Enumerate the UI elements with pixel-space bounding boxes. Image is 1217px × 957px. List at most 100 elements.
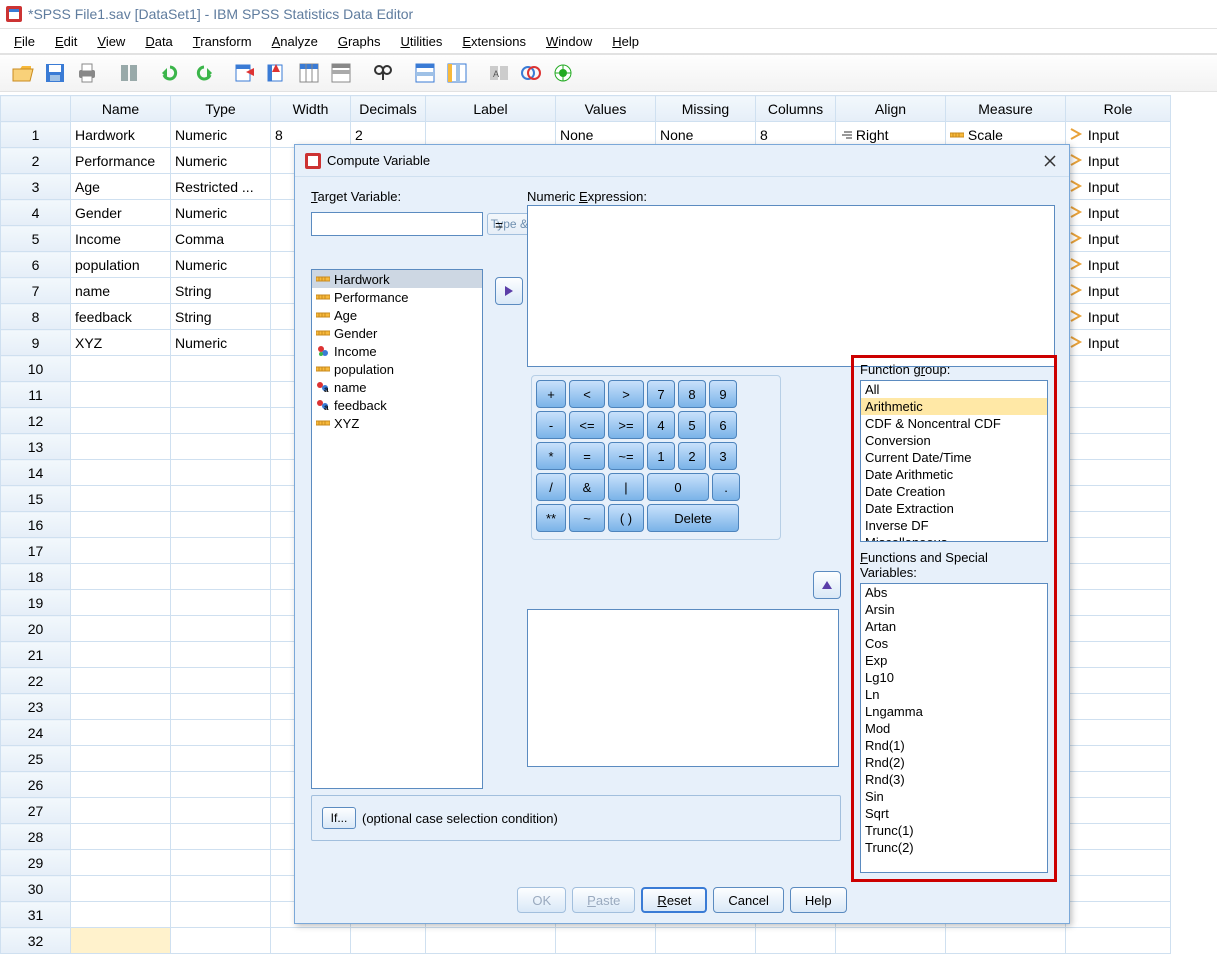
grid-cell[interactable]: Input xyxy=(1066,200,1171,226)
function-item[interactable]: Mod xyxy=(861,720,1047,737)
grid-cell[interactable]: 14 xyxy=(1,460,71,486)
keypad-button[interactable]: & xyxy=(569,473,605,501)
grid-cell[interactable]: 13 xyxy=(1,434,71,460)
column-header[interactable]: Decimals xyxy=(351,96,426,122)
variable-item[interactable]: Income xyxy=(312,342,482,360)
grid-cell[interactable] xyxy=(171,694,271,720)
grid-cell[interactable]: Gender xyxy=(71,200,171,226)
function-item[interactable]: Trunc(2) xyxy=(861,839,1047,856)
grid-cell[interactable] xyxy=(1066,772,1171,798)
grid-cell[interactable] xyxy=(171,512,271,538)
grid-cell[interactable] xyxy=(71,590,171,616)
cancel-button[interactable]: Cancel xyxy=(713,887,783,913)
grid-cell[interactable] xyxy=(1066,850,1171,876)
grid-cell[interactable]: 26 xyxy=(1,772,71,798)
grid-cell[interactable] xyxy=(656,928,756,954)
grid-cell[interactable]: 24 xyxy=(1,720,71,746)
numeric-expression-input[interactable] xyxy=(527,205,1055,367)
variable-list[interactable]: HardworkPerformanceAgeGenderIncomepopula… xyxy=(311,269,483,789)
grid-cell[interactable] xyxy=(71,356,171,382)
grid-cell[interactable] xyxy=(71,486,171,512)
grid-cell[interactable]: String xyxy=(171,304,271,330)
grid-cell[interactable]: 30 xyxy=(1,876,71,902)
if-button[interactable]: If... xyxy=(322,807,356,829)
grid-cell[interactable] xyxy=(171,720,271,746)
weight-icon[interactable] xyxy=(516,58,546,88)
grid-cell[interactable] xyxy=(171,642,271,668)
grid-cell[interactable]: 7 xyxy=(1,278,71,304)
grid-cell[interactable]: 11 xyxy=(1,382,71,408)
function-item[interactable]: Exp xyxy=(861,652,1047,669)
keypad-button[interactable]: + xyxy=(536,380,566,408)
grid-cell[interactable] xyxy=(1066,694,1171,720)
grid-cell[interactable] xyxy=(1066,564,1171,590)
variables-icon[interactable] xyxy=(294,58,324,88)
function-item[interactable]: Artan xyxy=(861,618,1047,635)
undo-icon[interactable] xyxy=(156,58,186,88)
grid-cell[interactable] xyxy=(1066,798,1171,824)
grid-cell[interactable] xyxy=(1066,746,1171,772)
keypad-button[interactable]: | xyxy=(608,473,644,501)
column-header[interactable]: Width xyxy=(271,96,351,122)
keypad-button[interactable]: 4 xyxy=(647,411,675,439)
grid-cell[interactable] xyxy=(71,564,171,590)
grid-cell[interactable]: 9 xyxy=(1,330,71,356)
keypad-button[interactable]: 6 xyxy=(709,411,737,439)
redo-icon[interactable] xyxy=(188,58,218,88)
grid-cell[interactable] xyxy=(1066,824,1171,850)
grid-cell[interactable]: Hardwork xyxy=(71,122,171,148)
keypad-button[interactable]: ~ xyxy=(569,504,605,532)
function-group-item[interactable]: Date Creation xyxy=(861,483,1047,500)
print-icon[interactable] xyxy=(72,58,102,88)
grid-cell[interactable] xyxy=(1066,382,1171,408)
grid-cell[interactable]: Comma xyxy=(171,226,271,252)
run-icon[interactable] xyxy=(326,58,356,88)
grid-cell[interactable]: String xyxy=(171,278,271,304)
grid-cell[interactable]: 23 xyxy=(1,694,71,720)
keypad-button[interactable]: ** xyxy=(536,504,566,532)
keypad-button[interactable]: <= xyxy=(569,411,605,439)
grid-cell[interactable] xyxy=(171,616,271,642)
variable-item[interactable]: afeedback xyxy=(312,396,482,414)
variable-item[interactable]: XYZ xyxy=(312,414,482,432)
grid-cell[interactable] xyxy=(71,538,171,564)
grid-cell[interactable] xyxy=(1066,720,1171,746)
grid-cell[interactable]: Numeric xyxy=(171,252,271,278)
grid-cell[interactable] xyxy=(1066,590,1171,616)
grid-cell[interactable] xyxy=(426,928,556,954)
keypad-button[interactable]: < xyxy=(569,380,605,408)
grid-cell[interactable] xyxy=(1066,512,1171,538)
keypad-button[interactable]: Delete xyxy=(647,504,739,532)
grid-cell[interactable]: 32 xyxy=(1,928,71,954)
menu-transform[interactable]: Transform xyxy=(183,32,262,51)
grid-cell[interactable]: Input xyxy=(1066,226,1171,252)
grid-cell[interactable]: 29 xyxy=(1,850,71,876)
grid-cell[interactable] xyxy=(1066,928,1171,954)
function-item[interactable]: Rnd(3) xyxy=(861,771,1047,788)
function-item[interactable]: Lngamma xyxy=(861,703,1047,720)
grid-cell[interactable] xyxy=(556,928,656,954)
grid-cell[interactable]: 10 xyxy=(1,356,71,382)
grid-cell[interactable] xyxy=(1066,460,1171,486)
open-icon[interactable] xyxy=(8,58,38,88)
grid-cell[interactable] xyxy=(171,876,271,902)
grid-cell[interactable] xyxy=(271,928,351,954)
grid-cell[interactable] xyxy=(71,434,171,460)
grid-cell[interactable]: Input xyxy=(1066,252,1171,278)
grid-cell[interactable]: 1 xyxy=(1,122,71,148)
grid-cell[interactable]: 22 xyxy=(1,668,71,694)
grid-cell[interactable]: name xyxy=(71,278,171,304)
column-header[interactable]: Type xyxy=(171,96,271,122)
grid-cell[interactable]: 28 xyxy=(1,824,71,850)
grid-cell[interactable] xyxy=(71,902,171,928)
grid-cell[interactable]: 6 xyxy=(1,252,71,278)
grid-cell[interactable] xyxy=(1066,538,1171,564)
grid-cell[interactable] xyxy=(71,512,171,538)
grid-cell[interactable]: XYZ xyxy=(71,330,171,356)
grid-cell[interactable]: Input xyxy=(1066,122,1171,148)
function-item[interactable]: Abs xyxy=(861,584,1047,601)
grid-cell[interactable]: 19 xyxy=(1,590,71,616)
function-group-item[interactable]: Arithmetic xyxy=(861,398,1047,415)
target-variable-input[interactable] xyxy=(311,212,483,236)
grid-cell[interactable]: Numeric xyxy=(171,200,271,226)
